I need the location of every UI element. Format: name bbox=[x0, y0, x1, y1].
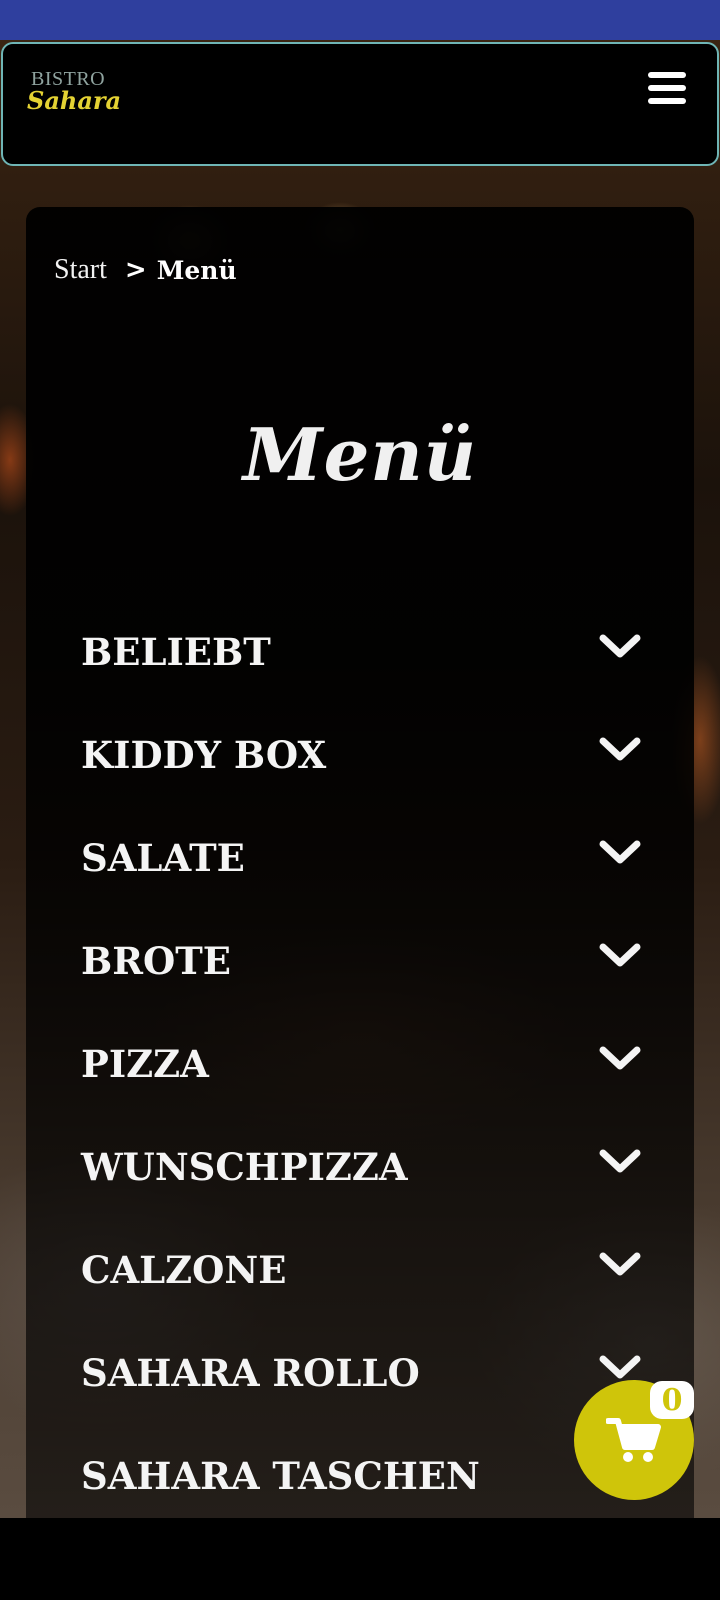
menu-category-kiddy-box[interactable]: KIDDY BOX bbox=[0, 707, 720, 810]
menu-category-label: KIDDY BOX bbox=[81, 733, 327, 777]
chevron-down-icon bbox=[599, 840, 641, 864]
menu-category-label: CALZONE bbox=[81, 1248, 287, 1292]
chevron-down-icon bbox=[599, 737, 641, 761]
hamburger-icon[interactable] bbox=[648, 72, 686, 104]
menu-category-label: BROTE bbox=[81, 939, 231, 983]
breadcrumb: Start > Menü bbox=[54, 252, 237, 288]
page-title: Menü bbox=[242, 412, 478, 497]
cart-icon bbox=[606, 1418, 661, 1462]
chevron-down-icon bbox=[599, 1149, 641, 1173]
menu-category-pizza[interactable]: PIZZA bbox=[0, 1016, 720, 1119]
cart-count-badge: 0 bbox=[650, 1381, 694, 1419]
breadcrumb-current: Menü bbox=[156, 255, 237, 285]
status-bar bbox=[0, 0, 720, 40]
menu-category-beliebt[interactable]: BELIEBT bbox=[0, 604, 720, 707]
chevron-down-icon bbox=[599, 943, 641, 967]
chevron-down-icon bbox=[599, 1046, 641, 1070]
logo[interactable]: BISTRO Sahara bbox=[27, 66, 137, 116]
breadcrumb-separator: > bbox=[124, 255, 147, 285]
breadcrumb-start-link[interactable]: Start bbox=[54, 254, 107, 286]
chevron-down-icon bbox=[599, 1252, 641, 1276]
menu-category-label: WUNSCHPIZZA bbox=[81, 1145, 408, 1189]
menu-category-label: SALATE bbox=[81, 836, 245, 880]
menu-category-label: BELIEBT bbox=[81, 630, 271, 674]
menu-category-label: SAHARA ROLLO bbox=[81, 1351, 420, 1395]
menu-category-calzone[interactable]: CALZONE bbox=[0, 1222, 720, 1325]
menu-category-salate[interactable]: SALATE bbox=[0, 810, 720, 913]
menu-category-brote[interactable]: BROTE bbox=[0, 913, 720, 1016]
site-header: BISTRO Sahara bbox=[1, 42, 719, 166]
menu-category-label: PIZZA bbox=[81, 1042, 209, 1086]
menu-category-wunschpizza[interactable]: WUNSCHPIZZA bbox=[0, 1119, 720, 1222]
menu-category-label: SAHARA TASCHEN bbox=[81, 1454, 480, 1498]
logo-text-bottom: Sahara bbox=[27, 86, 122, 115]
chevron-down-icon bbox=[599, 634, 641, 658]
chevron-down-icon bbox=[599, 1355, 641, 1379]
